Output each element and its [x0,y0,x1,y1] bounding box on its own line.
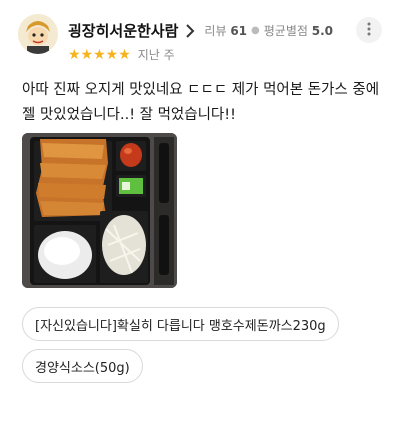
chevron-right-icon[interactable] [184,23,196,39]
review-count-value: 61 [230,24,248,38]
review-count-label: 리뷰 [204,24,227,38]
average-rating: 평균별점 5.0 [264,22,333,39]
review-photo[interactable] [22,133,177,288]
separator-dot: ● [251,25,260,36]
review-header: 굉장히서운한사람 리뷰 61 ● 평균별점 5.0 ★★★★★ 지난 주 [18,14,382,70]
menu-item-chip[interactable]: [자신있습니다]확실히 다릅니다 맹호수제돈까스230g [22,307,339,341]
review-text: 아따 진짜 오지게 맛있네요 ㄷㄷㄷ 제가 먹어본 돈가스 중에 젤 맛있었습니… [22,82,380,123]
average-rating-label: 평균별점 [263,24,308,38]
user-info: 굉장히서운한사람 리뷰 61 ● 평균별점 5.0 [68,20,333,41]
average-rating-value: 5.0 [311,24,334,38]
rating-line: ★★★★★ 지난 주 [68,46,175,63]
more-options-button[interactable] [356,17,382,43]
review-date: 지난 주 [137,48,175,62]
menu-item-chip[interactable]: 경양식소스(50g) [22,349,143,383]
avatar[interactable] [18,14,58,54]
review-count: 리뷰 61 [204,22,247,39]
star-rating: ★★★★★ [68,46,131,63]
more-vertical-icon [367,21,371,40]
username[interactable]: 굉장히서운한사람 [68,20,178,41]
